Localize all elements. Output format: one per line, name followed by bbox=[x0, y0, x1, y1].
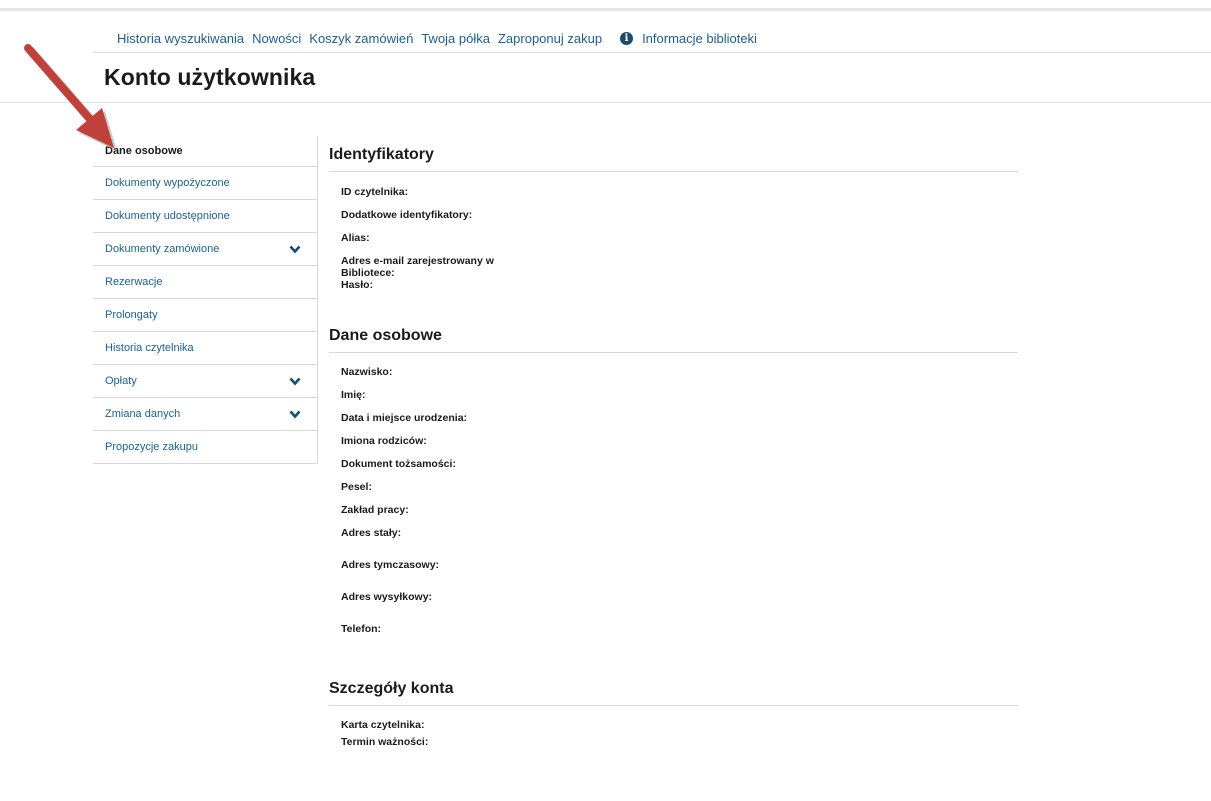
annotation-arrow-icon bbox=[24, 44, 117, 151]
field-alias: Alias: bbox=[341, 232, 370, 244]
field-pesel: Pesel: bbox=[341, 481, 372, 493]
account-sidebar: Dane osobowe Dokumenty wypożyczone Dokum… bbox=[93, 136, 318, 464]
sidebar-item-label: Propozycje zakupu bbox=[105, 441, 198, 453]
sidebar-item-label: Historia czytelnika bbox=[105, 342, 194, 354]
field-email: Adres e-mail zarejestrowany w bbox=[341, 255, 494, 267]
sidebar-item-renewals[interactable]: Prolongaty bbox=[93, 299, 317, 332]
field-phone: Telefon: bbox=[341, 623, 382, 635]
info-circle-icon: i bbox=[620, 31, 634, 45]
sidebar-item-reader-history[interactable]: Historia czytelnika bbox=[93, 332, 317, 365]
field-reader-id: ID czytelnika: bbox=[341, 186, 409, 198]
sidebar-item-label: Dokumenty zamówione bbox=[105, 243, 220, 255]
nav-link-propose-purchase[interactable]: Zaproponuj zakup bbox=[498, 31, 602, 46]
field-email-continued: Bibliotece: bbox=[341, 267, 395, 279]
sidebar-item-change-data[interactable]: Zmiana danych bbox=[93, 398, 317, 431]
sidebar-item-label: Prolongaty bbox=[105, 309, 158, 321]
sidebar-item-label: Dokumenty wypożyczone bbox=[105, 177, 230, 189]
section-personal-data: Dane osobowe Nazwisko: Imię: Data i miej… bbox=[329, 327, 1018, 635]
sidebar-item-purchase-proposals[interactable]: Propozycje zakupu bbox=[93, 431, 317, 464]
sidebar-item-shared-documents[interactable]: Dokumenty udostępnione bbox=[93, 200, 317, 233]
section-title: Dane osobowe bbox=[329, 327, 1018, 353]
field-identity-document: Dokument tożsamości: bbox=[341, 458, 456, 470]
field-temporary-address: Adres tymczasowy: bbox=[341, 559, 440, 571]
chevron-down-icon[interactable] bbox=[289, 377, 301, 386]
field-shipping-address: Adres wysyłkowy: bbox=[341, 591, 433, 603]
sidebar-item-label: Rezerwacje bbox=[105, 276, 163, 288]
sidebar-item-label: Zmiana danych bbox=[105, 408, 181, 420]
nav-link-your-shelf[interactable]: Twoja półka bbox=[421, 31, 490, 46]
field-permanent-address: Adres stały: bbox=[341, 527, 402, 539]
field-additional-ids: Dodatkowe identyfikatory: bbox=[341, 209, 473, 221]
section-title: Identyfikatory bbox=[329, 136, 1018, 172]
top-navigation: Historia wyszukiwania Nowości Koszyk zam… bbox=[117, 29, 757, 47]
account-content: Identyfikatory ID czytelnika: Dodatkowe … bbox=[329, 136, 1018, 748]
field-birth: Data i miejsce urodzenia: bbox=[341, 412, 468, 424]
nav-divider bbox=[93, 52, 1211, 53]
chevron-down-icon[interactable] bbox=[289, 245, 301, 254]
field-surname: Nazwisko: bbox=[341, 366, 393, 378]
sidebar-item-reservations[interactable]: Rezerwacje bbox=[93, 266, 317, 299]
library-info-label: Informacje biblioteki bbox=[642, 30, 757, 46]
section-identifiers: Identyfikatory ID czytelnika: Dodatkowe … bbox=[329, 136, 1018, 291]
field-parents-names: Imiona rodziców: bbox=[341, 435, 427, 447]
section-title: Szczegóły konta bbox=[329, 680, 1018, 706]
field-reader-card: Karta czytelnika: bbox=[341, 719, 425, 731]
nav-link-library-info[interactable]: i Informacje biblioteki bbox=[620, 31, 757, 46]
sidebar-item-ordered-documents[interactable]: Dokumenty zamówione bbox=[93, 233, 317, 266]
sidebar-item-borrowed-documents[interactable]: Dokumenty wypożyczone bbox=[93, 167, 317, 200]
page-title: Konto użytkownika bbox=[104, 64, 316, 90]
field-expiry-date: Termin ważności: bbox=[341, 736, 429, 748]
title-divider bbox=[0, 102, 1211, 103]
top-border bbox=[0, 8, 1211, 11]
sidebar-item-fees[interactable]: Opłaty bbox=[93, 365, 317, 398]
field-first-name: Imię: bbox=[341, 389, 366, 401]
nav-link-order-cart[interactable]: Koszyk zamówień bbox=[309, 31, 413, 46]
nav-link-news[interactable]: Nowości bbox=[252, 31, 301, 46]
nav-link-search-history[interactable]: Historia wyszukiwania bbox=[117, 31, 244, 46]
chevron-down-icon[interactable] bbox=[289, 410, 301, 419]
field-workplace: Zakład pracy: bbox=[341, 504, 409, 516]
sidebar-item-label: Opłaty bbox=[105, 375, 137, 387]
field-password: Hasło: bbox=[341, 279, 374, 291]
sidebar-item-label: Dokumenty udostępnione bbox=[105, 210, 230, 222]
section-account-details: Szczegóły konta Karta czytelnika: Termin… bbox=[329, 680, 1018, 748]
